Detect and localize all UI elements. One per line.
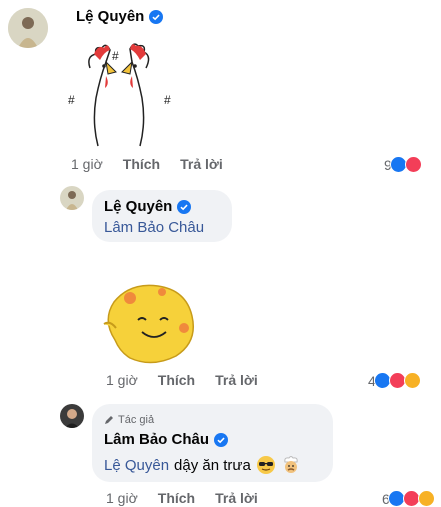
comment-bubble: Tác giả Lâm Bảo Châu Lệ Quyên dậy ăn trư… (92, 404, 333, 482)
svg-text:#: # (68, 93, 75, 107)
avatar[interactable] (60, 186, 84, 210)
comment-actions: 1 giờ Thích Trả lời (106, 372, 258, 388)
reaction-summary[interactable]: 4 (368, 372, 421, 389)
pen-icon (105, 416, 113, 424)
author-badge-label: Tác giả (118, 414, 155, 426)
timestamp[interactable]: 1 giờ (106, 372, 138, 388)
comment-actions: 1 giờ Thích Trả lời (71, 156, 223, 172)
reaction-summary[interactable]: 6 (382, 490, 435, 507)
verified-icon (177, 199, 192, 214)
comment-bubble: Lệ Quyên Lâm Bảo Châu (92, 190, 232, 242)
author-name[interactable]: Lâm Bảo Châu (104, 431, 209, 448)
reply-button[interactable]: Trả lời (215, 372, 258, 388)
comment-author[interactable]: Lâm Bảo Châu (104, 431, 229, 448)
verified-icon (214, 432, 229, 447)
comment-author[interactable]: Lệ Quyên (76, 8, 164, 25)
like-button[interactable]: Thích (158, 490, 195, 506)
reply-button[interactable]: Trả lời (215, 490, 258, 506)
reply-button[interactable]: Trả lời (180, 156, 223, 172)
timestamp[interactable]: 1 giờ (106, 490, 138, 506)
svg-text:#: # (164, 93, 171, 107)
avatar[interactable] (60, 404, 84, 428)
comment-body: dậy ăn trưa (174, 456, 251, 474)
chef-emoji (284, 456, 298, 473)
like-button[interactable]: Thích (158, 372, 195, 388)
mention-link[interactable]: Lệ Quyên (104, 457, 169, 474)
author-badge: Tác giả (104, 414, 154, 426)
blob-sticker (100, 280, 200, 365)
author-name[interactable]: Lệ Quyên (104, 198, 172, 215)
haha-icon (403, 372, 421, 389)
love-icon (404, 156, 422, 173)
verified-icon (149, 9, 164, 24)
svg-text:#: # (112, 49, 119, 63)
comment-actions: 1 giờ Thích Trả lời (106, 490, 258, 506)
rooster-sticker: # # # (60, 38, 180, 148)
reaction-summary[interactable]: 9 (384, 156, 422, 173)
like-button[interactable]: Thích (123, 156, 160, 172)
haha-icon (417, 490, 435, 507)
mention-link[interactable]: Lâm Bảo Châu (104, 219, 204, 236)
author-name[interactable]: Lệ Quyên (76, 8, 144, 25)
sunglasses-emoji (256, 456, 275, 474)
comment-text: Lệ Quyên dậy ăn trưa (104, 455, 301, 475)
timestamp[interactable]: 1 giờ (71, 156, 103, 172)
comment-author[interactable]: Lệ Quyên (104, 198, 192, 215)
avatar[interactable] (8, 8, 48, 48)
